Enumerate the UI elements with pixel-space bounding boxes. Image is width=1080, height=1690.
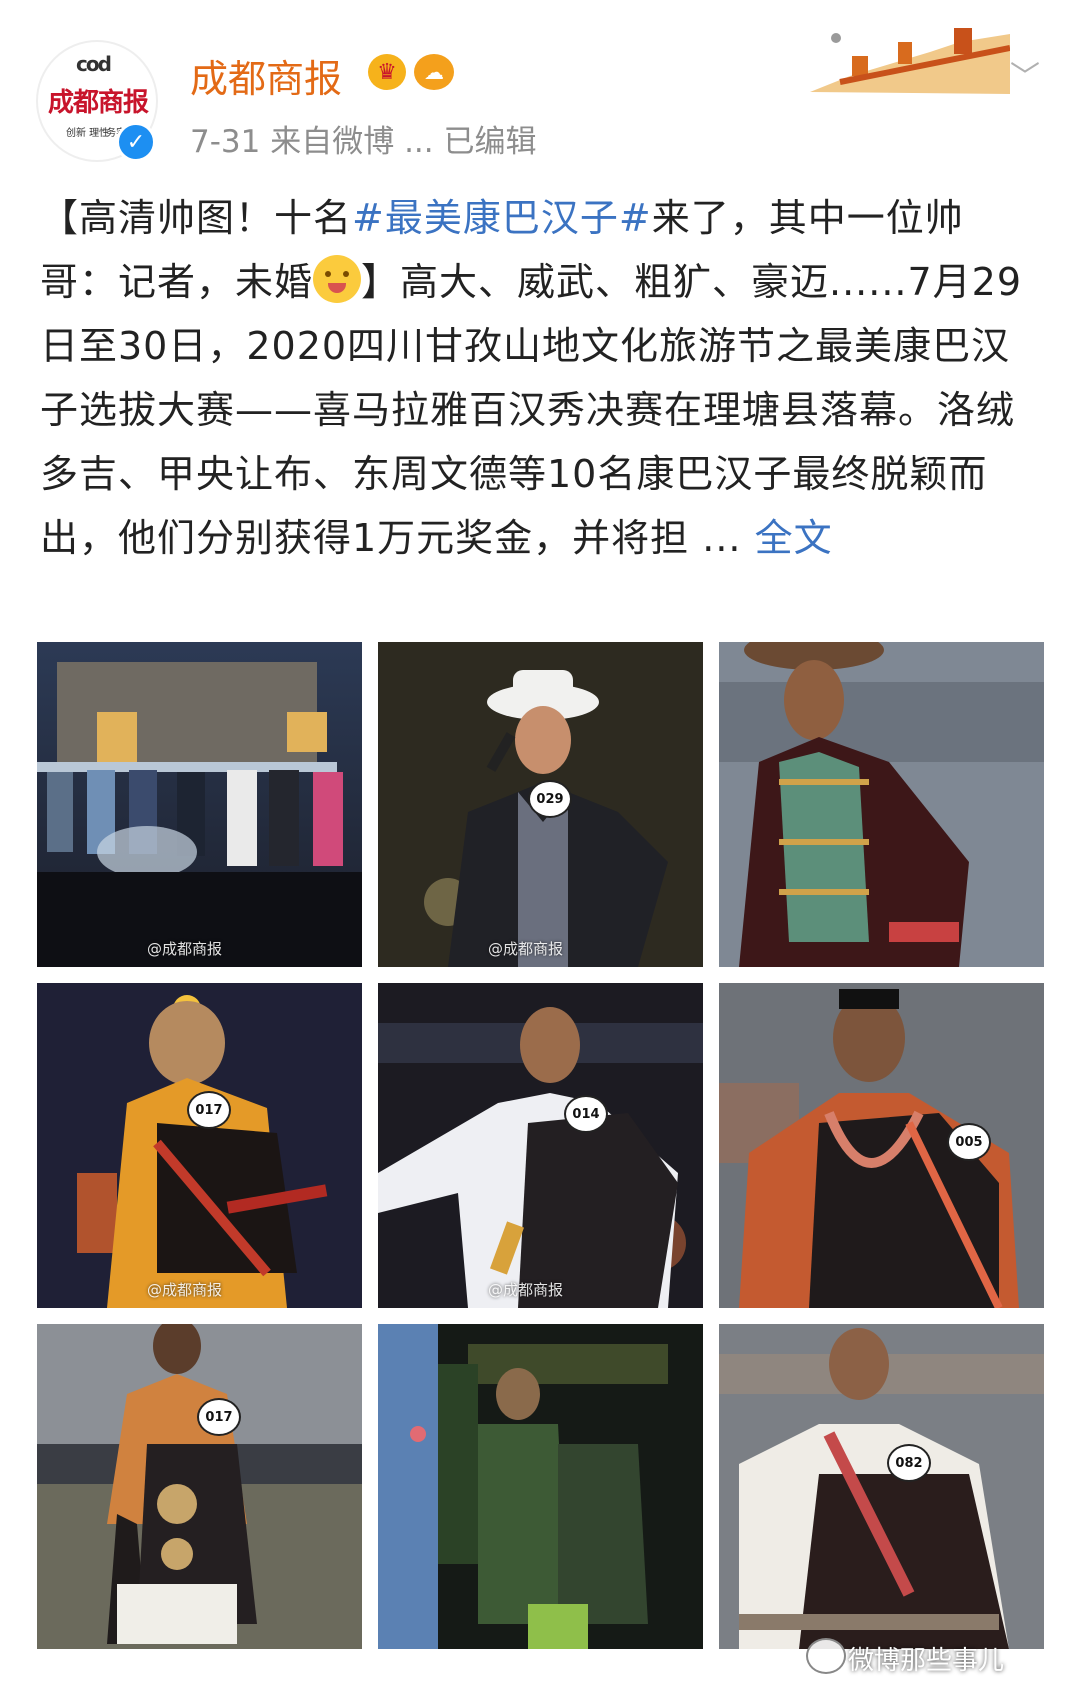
post-meta: 7-31 来自微博 ... 已编辑 <box>190 124 537 160</box>
photo-6[interactable]: 005 <box>719 983 1044 1308</box>
contestant-number-badge: 029 <box>528 780 572 818</box>
chevron-down-icon[interactable]: ﹀ <box>1010 52 1040 96</box>
photo-1[interactable]: @成都商报 <box>37 642 362 967</box>
photo-watermark: @成都商报 <box>147 940 223 958</box>
photo-watermark: @成都商报 <box>488 1281 564 1299</box>
crown-icon[interactable]: ♛ <box>368 54 406 90</box>
cloud-icon[interactable]: ☁ <box>414 54 454 90</box>
contestant-number-badge: 014 <box>564 1095 608 1133</box>
contestant-number-badge: 005 <box>947 1123 991 1161</box>
source-watermark: 微博那些事儿 <box>848 1646 1005 1676</box>
verified-badge-icon: ✓ <box>116 122 156 162</box>
great-wall-icon <box>810 28 1010 94</box>
photo-5[interactable]: 014 @成都商报 <box>378 983 703 1308</box>
photo-grid: @成都商报 029 @成都商报 017 @成都商报 014 @成都商报 005 … <box>37 642 1047 1656</box>
photo-7[interactable]: 017 <box>37 1324 362 1649</box>
contestant-number-badge: 017 <box>197 1398 241 1436</box>
expand-full-text-link[interactable]: 全文 <box>755 516 833 560</box>
smile-emoji-icon <box>313 255 362 303</box>
avatar-logo-text: 成都商报 <box>48 88 149 118</box>
photo-4[interactable]: 017 @成都商报 <box>37 983 362 1308</box>
post-text: 【高清帅图！十名#最美康巴汉子#来了，其中一位帅哥：记者，未婚 】高大、威武、粗犷… <box>40 186 1040 570</box>
photo-2[interactable]: 029 @成都商报 <box>378 642 703 967</box>
avatar-logo-mark: cod <box>76 52 112 76</box>
post-text-body: 】高大、威武、粗犷、豪迈......7月29日至30日，2020四川甘孜山地文化… <box>40 260 1023 560</box>
contestant-number-badge: 082 <box>887 1444 931 1482</box>
photo-9[interactable]: 082 <box>719 1324 1044 1649</box>
photo-3[interactable] <box>719 642 1044 967</box>
post-text-intro: 【高清帅图！十名 <box>40 196 353 240</box>
post-header: cod 成都商报 创新 理性 务实 开放 ✓ 成都商报 ♛ ☁ 7-31 来自微… <box>0 0 1080 170</box>
photo-8[interactable] <box>378 1324 703 1649</box>
wechat-icon <box>806 1638 846 1674</box>
hashtag-link[interactable]: #最美康巴汉子# <box>352 196 652 240</box>
avatar-logo-slogan-left: 创新 理性 <box>66 128 110 139</box>
contestant-number-badge: 017 <box>187 1091 231 1129</box>
photo-watermark: @成都商报 <box>147 1281 223 1299</box>
username[interactable]: 成都商报 <box>190 48 342 103</box>
photo-watermark: @成都商报 <box>488 940 564 958</box>
